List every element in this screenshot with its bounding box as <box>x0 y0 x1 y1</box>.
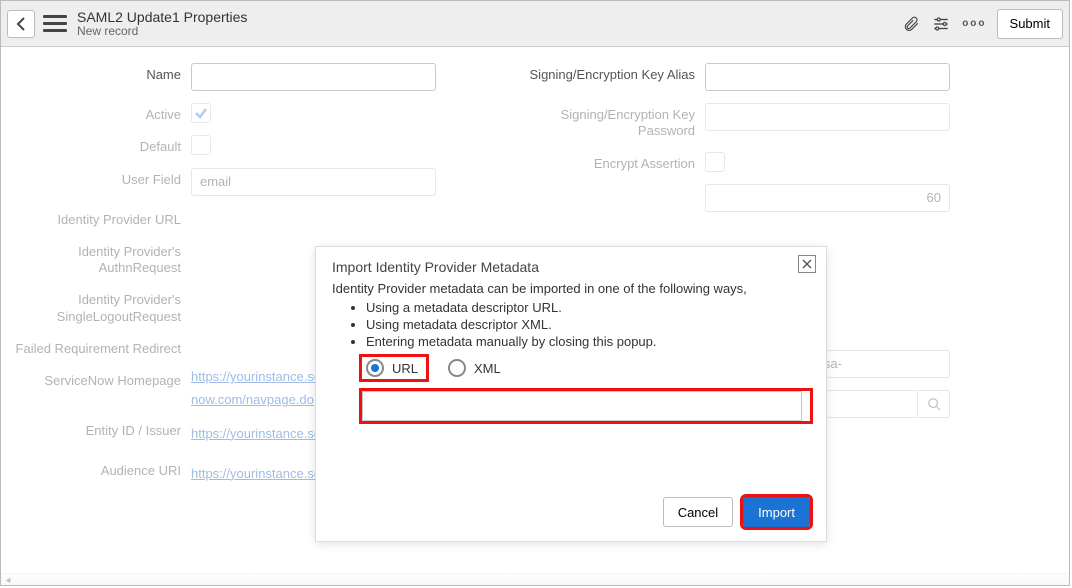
radio-url-label: URL <box>392 361 418 376</box>
modal-title: Import Identity Provider Metadata <box>332 259 810 275</box>
label-key-alias: Signing/Encryption Key Alias <box>515 63 705 83</box>
modal-bullet: Using a metadata descriptor URL. <box>366 300 810 315</box>
page-title: SAML2 Update1 Properties <box>77 9 902 25</box>
import-button[interactable]: Import <box>743 497 810 527</box>
header-bar: SAML2 Update1 Properties New record ooo … <box>1 1 1069 47</box>
modal-bullet: Using metadata descriptor XML. <box>366 317 810 332</box>
submit-button[interactable]: Submit <box>997 9 1063 39</box>
settings-sliders-icon[interactable] <box>932 15 950 33</box>
modal-bullet: Entering metadata manually by closing th… <box>366 334 810 349</box>
page-title-block: SAML2 Update1 Properties New record <box>77 9 902 39</box>
modal-description: Identity Provider metadata can be import… <box>332 281 810 296</box>
attachment-icon[interactable] <box>902 15 920 33</box>
radio-xml[interactable] <box>448 359 466 377</box>
radio-option-xml[interactable]: XML <box>448 359 501 377</box>
radio-option-url[interactable]: URL <box>362 357 426 379</box>
page-subtitle: New record <box>77 25 902 39</box>
modal-close-button[interactable] <box>798 255 816 273</box>
back-button[interactable] <box>7 10 35 38</box>
metadata-url-input-wrap <box>362 391 810 421</box>
radio-url[interactable] <box>366 359 384 377</box>
metadata-url-input[interactable] <box>362 391 802 421</box>
modal-bullet-list: Using a metadata descriptor URL. Using m… <box>332 300 810 349</box>
menu-icon[interactable] <box>43 12 67 36</box>
radio-xml-label: XML <box>474 361 501 376</box>
more-icon[interactable]: ooo <box>962 18 986 29</box>
input-key-alias[interactable] <box>705 63 950 91</box>
import-metadata-modal: Import Identity Provider Metadata Identi… <box>316 247 826 541</box>
form-area: Name Active Default User Field <box>1 47 1069 585</box>
cancel-button[interactable]: Cancel <box>663 497 733 527</box>
radio-group-metadata-type: URL XML <box>362 357 810 379</box>
input-name[interactable] <box>191 63 436 91</box>
label-name: Name <box>1 63 191 83</box>
